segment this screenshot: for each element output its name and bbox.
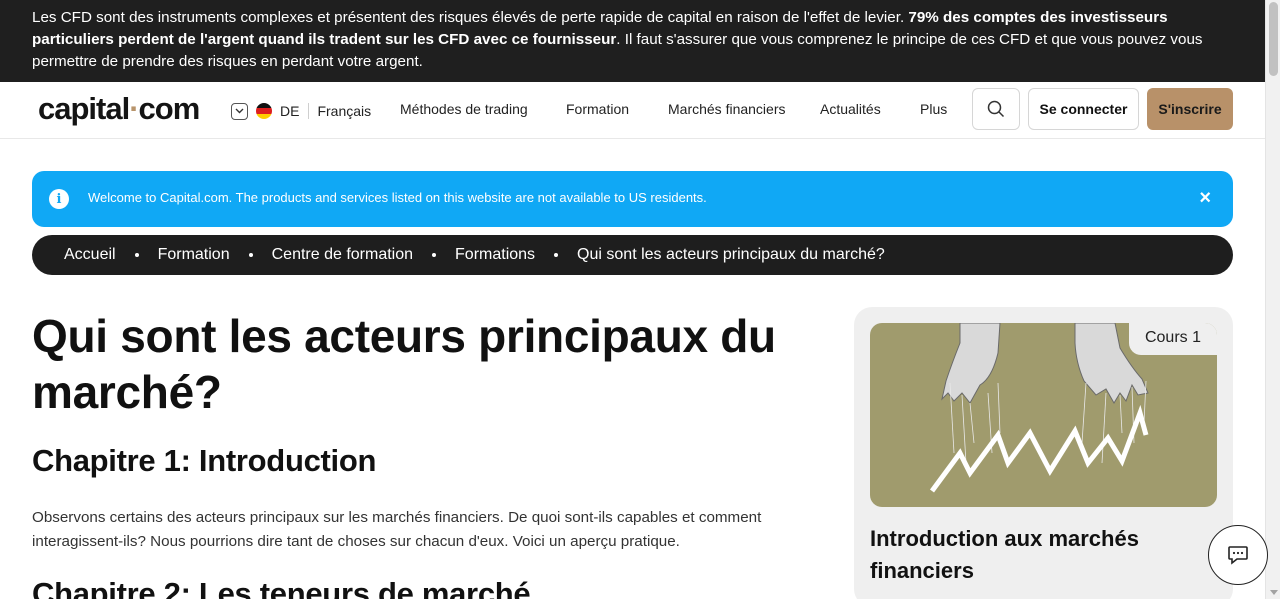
course-card-image: Cours 1 xyxy=(870,323,1217,507)
breadcrumb-home[interactable]: Accueil xyxy=(64,246,116,264)
scrollbar-thumb[interactable] xyxy=(1269,2,1278,76)
language-divider xyxy=(308,103,310,119)
breadcrumb-learning-center[interactable]: Centre de formation xyxy=(272,246,413,264)
scroll-down-arrow-icon[interactable] xyxy=(1270,590,1278,595)
course-badge: Cours 1 xyxy=(1128,323,1217,355)
site-header: capital·com DE Français Méthodes de trad… xyxy=(0,82,1265,139)
breadcrumb-separator xyxy=(134,253,139,257)
signup-button[interactable]: S'inscrire xyxy=(1147,88,1233,130)
page-title: Qui sont les acteurs principaux du march… xyxy=(32,310,776,418)
nav-trading-methods[interactable]: Méthodes de trading xyxy=(400,101,528,117)
capital-com-logo[interactable]: capital·com xyxy=(38,91,200,127)
chapter-1-paragraph: Observons certains des acteurs principau… xyxy=(32,509,762,550)
breadcrumb-courses[interactable]: Formations xyxy=(455,246,535,264)
chevron-down-icon xyxy=(231,102,248,120)
chat-icon xyxy=(1228,546,1248,565)
nav-financial-markets[interactable]: Marchés financiers xyxy=(668,101,786,117)
country-code: DE xyxy=(280,103,300,119)
language-selector[interactable]: DE Français xyxy=(231,101,371,121)
chapter-2-heading: Chapitre 2: Les teneurs de marché xyxy=(32,576,531,599)
login-button[interactable]: Se connecter xyxy=(1028,88,1139,130)
nav-formation[interactable]: Formation xyxy=(566,101,629,117)
breadcrumb-separator xyxy=(554,253,559,257)
germany-flag-icon xyxy=(256,103,272,119)
notice-message: Welcome to Capital.com. The products and… xyxy=(88,190,707,205)
course-card-title[interactable]: Introduction aux marchés financiers xyxy=(870,523,1190,587)
page-scrollbar[interactable] xyxy=(1265,0,1280,599)
info-icon: i xyxy=(49,189,69,209)
risk-text: Les CFD sont des instruments complexes e… xyxy=(32,9,909,26)
nav-news[interactable]: Actualités xyxy=(820,101,881,117)
course-card[interactable]: Cours 1 Introduction aux marchés financi… xyxy=(854,307,1233,599)
breadcrumb-separator xyxy=(432,253,437,257)
chat-button[interactable] xyxy=(1208,525,1268,585)
breadcrumb: Accueil Formation Centre de formation Fo… xyxy=(32,235,1233,275)
search-icon xyxy=(987,100,1005,118)
nav-more[interactable]: Plus xyxy=(920,101,947,117)
us-residents-notice: i Welcome to Capital.com. The products a… xyxy=(32,171,1233,227)
close-icon[interactable]: × xyxy=(1199,187,1211,209)
breadcrumb-formation[interactable]: Formation xyxy=(158,246,230,264)
breadcrumb-current: Qui sont les acteurs principaux du march… xyxy=(577,246,885,263)
risk-warning-banner: Les CFD sont des instruments complexes e… xyxy=(0,0,1265,82)
language-label: Français xyxy=(317,103,372,119)
breadcrumb-separator xyxy=(248,253,253,257)
search-button[interactable] xyxy=(972,88,1020,130)
chapter-1-heading: Chapitre 1: Introduction xyxy=(32,443,377,478)
